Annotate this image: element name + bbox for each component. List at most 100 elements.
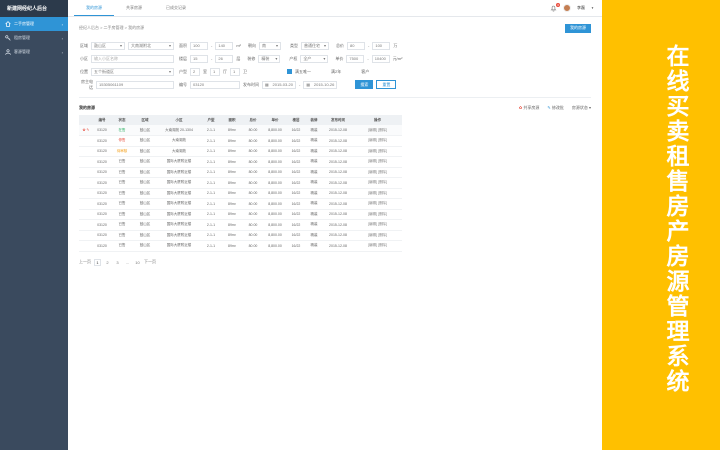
- cell-ops[interactable]: [编辑] [删除]: [353, 146, 402, 157]
- cell-region: 鼓山区: [133, 167, 157, 178]
- table-row[interactable]: 03120 已售 鼓山区 国际大厦附近楼 2-1-1 89m² 80.00 8,800.00 1…: [79, 240, 402, 252]
- cell-mark[interactable]: [79, 188, 93, 199]
- cell-mark[interactable]: [79, 156, 93, 168]
- price-min-input[interactable]: 80: [347, 41, 366, 50]
- batch-edit-button[interactable]: ✎ 修改批: [547, 105, 563, 111]
- table-row[interactable]: 03120 已售 鼓山区 国际大厦附近楼 2-1-1 89m² 80.00 8,800.00 1…: [79, 188, 402, 199]
- date-from-input[interactable]: ▦ 2015-03-20: [262, 80, 296, 89]
- two-year-label[interactable]: 满2年: [331, 69, 341, 75]
- table-row[interactable]: 03120 已售 鼓山区 国际大厦附近楼 2-1-1 89m² 80.00 8,800.00 1…: [79, 219, 402, 231]
- cell-region: 鼓山区: [133, 240, 157, 252]
- cell-date: 2015-12-08: [323, 177, 353, 189]
- table-row[interactable]: ✿ ✎ 03120 在售 鼓山区 大南湖苑 20-1304 2-1-1 89m² 80.00 8…: [79, 125, 402, 136]
- cell-mark[interactable]: [79, 177, 93, 189]
- cell-mark[interactable]: ✿ ✎: [79, 125, 93, 136]
- subregion-select[interactable]: 大南湖附北 ▾: [128, 41, 174, 50]
- property-right-select[interactable]: 全产 ▾: [300, 54, 329, 63]
- cell-date: 2015-12-08: [323, 240, 353, 252]
- cell-ops[interactable]: [编辑] [删除]: [353, 135, 402, 147]
- bell-icon[interactable]: 3: [550, 2, 561, 12]
- caret-down-icon[interactable]: ▼: [591, 6, 594, 10]
- table-row[interactable]: 03120 已售 鼓山区 国际大厦附近楼 2-1-1 89m² 80.00 8,800.00 1…: [79, 177, 402, 189]
- cell-ops[interactable]: [编辑] [删除]: [353, 177, 402, 189]
- tab-deal-records[interactable]: 已成交记录: [154, 0, 198, 16]
- cell-mark[interactable]: [79, 146, 93, 157]
- cell-code: 03120: [93, 230, 111, 241]
- orientation-select[interactable]: 南 ▾: [259, 41, 282, 50]
- table-row[interactable]: 03120 待审核 鼓山区 大南湖苑 2-1-1 89m² 80.00 8,800.00 16/…: [79, 146, 402, 157]
- sidebar-item-rental[interactable]: 租房管理 ›: [0, 31, 68, 45]
- chevron-down-icon: ▾: [324, 43, 327, 48]
- cell-ops[interactable]: [编辑] [删除]: [353, 167, 402, 178]
- cell-code: 03120: [93, 146, 111, 157]
- cell-mark[interactable]: [79, 219, 93, 231]
- prev-page-button[interactable]: 上一页: [79, 259, 91, 266]
- halls-input[interactable]: 1: [210, 67, 220, 76]
- floor-min-input[interactable]: 15: [190, 54, 208, 63]
- calendar-icon: ▦: [306, 82, 311, 87]
- tab-my-listings[interactable]: 我的房源: [74, 0, 114, 16]
- cell-area: 89m²: [221, 188, 243, 199]
- page-button[interactable]: 10: [134, 259, 141, 266]
- community-input[interactable]: 输入小区名称: [91, 54, 174, 63]
- date-to-input[interactable]: ▦ 2015-10-26: [303, 80, 338, 89]
- floor-max-input[interactable]: 26: [215, 54, 234, 63]
- sidebar-item-clients[interactable]: 客源管理 ›: [0, 45, 68, 59]
- five-year-checkbox[interactable]: [287, 69, 292, 74]
- owner-phone-input[interactable]: 15305061109: [96, 80, 174, 89]
- table-row[interactable]: 03120 已售 鼓山区 国际大厦附近楼 2-1-1 89m² 80.00 8,800.00 1…: [79, 209, 402, 220]
- status-sort-select[interactable]: 房源状态 ▾: [572, 105, 591, 111]
- chevron-down-icon: ▾: [119, 43, 122, 48]
- location-select[interactable]: 五个街道区 ▾: [91, 67, 174, 76]
- cell-ops[interactable]: [编辑] [删除]: [353, 219, 402, 231]
- next-page-button[interactable]: 下一页: [144, 259, 156, 266]
- area-max-input[interactable]: 140: [215, 41, 234, 50]
- page-button[interactable]: 2: [104, 259, 111, 266]
- cell-ops[interactable]: [编辑] [删除]: [353, 198, 402, 210]
- cell-mark[interactable]: [79, 198, 93, 210]
- user-name[interactable]: 李磊: [577, 5, 585, 11]
- area-min-input[interactable]: 100: [190, 41, 208, 50]
- table-row[interactable]: 03120 已售 鼓山区 国际大厦附近楼 2-1-1 89m² 80.00 8,800.00 1…: [79, 198, 402, 210]
- cell-mark[interactable]: [79, 135, 93, 147]
- page-button[interactable]: 1: [94, 258, 101, 266]
- cell-ops[interactable]: [编辑] [删除]: [353, 156, 402, 168]
- decoration-select[interactable]: 精装 ▾: [258, 54, 281, 63]
- cell-ops[interactable]: [编辑] [删除]: [353, 125, 402, 136]
- table-row[interactable]: 03120 已售 鼓山区 国际大厦附近楼 2-1-1 89m² 80.00 8,800.00 1…: [79, 230, 402, 241]
- unit-price-min-input[interactable]: 7500: [346, 54, 365, 63]
- sidebar: 新建网经纪人后台 二手房管理 › 租房管理 › 客源管理 ›: [0, 0, 68, 450]
- share-button[interactable]: ✿ 共享房源: [519, 105, 539, 111]
- price-max-input[interactable]: 100: [372, 41, 391, 50]
- table-row[interactable]: 03120 已售 鼓山区 国际大厦附近楼 2-1-1 89m² 80.00 8,800.00 1…: [79, 156, 402, 168]
- table-row[interactable]: 03120 停售 鼓山区 大南湖苑 2-1-1 89m² 80.00 8,800.00 16/2…: [79, 135, 402, 147]
- region-select[interactable]: 鼓山区 ▾: [91, 41, 125, 50]
- cell-ops[interactable]: [编辑] [删除]: [353, 209, 402, 220]
- cell-total: 80.00: [243, 167, 263, 178]
- search-button[interactable]: 搜索: [355, 80, 374, 89]
- table-row[interactable]: 03120 已售 鼓山区 国际大厦附近楼 2-1-1 89m² 80.00 8,800.00 1…: [79, 167, 402, 178]
- cell-mark[interactable]: [79, 230, 93, 241]
- code-input[interactable]: 03120: [190, 80, 240, 89]
- baths-input[interactable]: 1: [230, 67, 240, 76]
- reset-button[interactable]: 重置: [376, 80, 397, 89]
- promo-panel: 在线买卖租售房产房源管理系统: [602, 0, 720, 450]
- page-button[interactable]: 3: [114, 259, 121, 266]
- cell-ops[interactable]: [编辑] [删除]: [353, 188, 402, 199]
- cell-mark[interactable]: [79, 167, 93, 178]
- cell-mark[interactable]: [79, 240, 93, 252]
- add-listing-button[interactable]: 我的房源: [565, 23, 591, 33]
- cell-mark[interactable]: [79, 209, 93, 220]
- cell-decor: 精装: [305, 188, 323, 199]
- rooms-input[interactable]: 2: [190, 67, 200, 76]
- type-select[interactable]: 普通住宅 ▾: [301, 41, 330, 50]
- cell-ops[interactable]: [编辑] [删除]: [353, 240, 402, 252]
- owner-label[interactable]: 客户: [361, 69, 369, 75]
- sidebar-item-second-hand[interactable]: 二手房管理 ›: [0, 17, 68, 31]
- avatar[interactable]: [563, 4, 572, 12]
- cell-unit: 8,800.00: [263, 230, 287, 241]
- cell-total: 80.00: [243, 209, 263, 220]
- cell-ops[interactable]: [编辑] [删除]: [353, 230, 402, 241]
- tab-shared-listings[interactable]: 共享房源: [114, 0, 154, 16]
- unit-price-max-input[interactable]: 10400: [371, 54, 390, 63]
